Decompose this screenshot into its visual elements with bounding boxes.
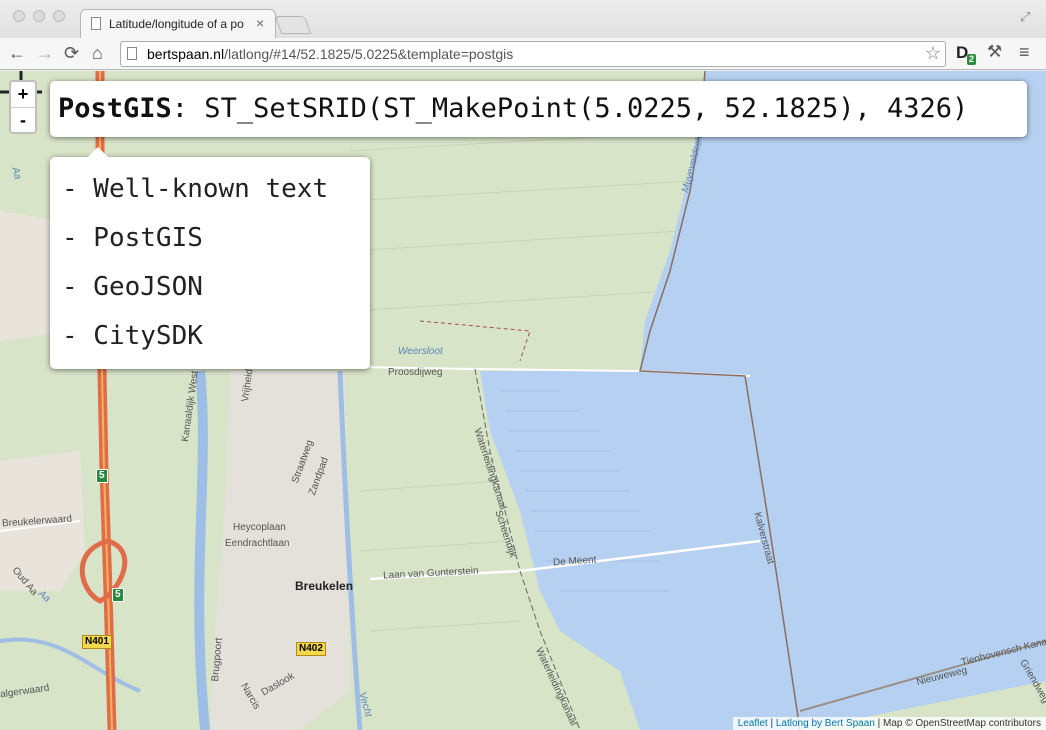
- leaflet-link[interactable]: Leaflet: [738, 718, 768, 729]
- back-icon[interactable]: ←: [8, 42, 26, 64]
- bookmark-star-icon[interactable]: ☆: [925, 43, 941, 64]
- window-titlebar: Latitude/longitude of a po × ⤢: [0, 0, 1046, 39]
- dropdown-caret: [88, 147, 108, 157]
- zoom-out-button[interactable]: -: [11, 108, 35, 133]
- home-icon[interactable]: ⌂: [92, 42, 103, 64]
- forward-icon[interactable]: →: [36, 42, 54, 64]
- minimize-window-button[interactable]: [33, 10, 45, 22]
- tab-close-icon[interactable]: ×: [256, 15, 264, 31]
- map-label: Heycoplaan: [233, 522, 286, 533]
- osm-credit: | Map © OpenStreetMap contributors: [874, 718, 1041, 729]
- page-icon: [127, 47, 137, 60]
- map-label: Proosdijweg: [388, 367, 443, 378]
- town-label: Breukelen: [295, 579, 354, 593]
- latlong-link[interactable]: Latlong by Bert Spaan: [776, 718, 875, 729]
- address-bar[interactable]: bertspaan.nl/latlong/#14/52.1825/5.0225&…: [120, 41, 946, 67]
- browser-toolbar: ← → ⟳ ⌂ bertspaan.nl/latlong/#14/52.1825…: [0, 38, 1046, 70]
- url-text[interactable]: bertspaan.nl/latlong/#14/52.1825/5.0225&…: [147, 46, 513, 62]
- coordinate-value[interactable]: : ST_SetSRID(ST_MakePoint(5.0225, 52.182…: [172, 93, 969, 124]
- zoom-window-button[interactable]: [53, 10, 65, 22]
- extension-d-icon[interactable]: D2: [956, 43, 977, 65]
- map-label: Eendrachtlaan: [225, 538, 290, 549]
- map-viewport[interactable]: Weersloot Proosdijweg Muyeveldsche Weter…: [0, 71, 1046, 730]
- zoom-control: + -: [9, 80, 37, 134]
- format-option-citysdk[interactable]: - CitySDK: [62, 312, 370, 361]
- browser-tab[interactable]: Latitude/longitude of a po ×: [80, 9, 276, 39]
- close-window-button[interactable]: [13, 10, 25, 22]
- road-shield-a2: 5: [96, 469, 108, 483]
- format-selector[interactable]: PostGIS: [58, 93, 172, 124]
- format-option-geojson[interactable]: - GeoJSON: [62, 263, 370, 312]
- format-option-postgis[interactable]: - PostGIS: [62, 214, 370, 263]
- wrench-icon[interactable]: ⚒: [987, 42, 1002, 62]
- page-icon: [91, 17, 101, 30]
- extension-badge: 2: [967, 54, 977, 65]
- zoom-in-button[interactable]: +: [11, 82, 35, 108]
- new-tab-button[interactable]: [274, 16, 312, 34]
- road-shield-a2: 5: [112, 588, 124, 602]
- tab-title: Latitude/longitude of a po: [109, 17, 244, 31]
- fullscreen-icon[interactable]: ⤢: [1020, 9, 1030, 25]
- format-option-wkt[interactable]: - Well-known text: [62, 165, 370, 214]
- map-label: Weersloot: [398, 346, 443, 357]
- coordinate-output[interactable]: PostGIS: ST_SetSRID(ST_MakePoint(5.0225,…: [50, 81, 1027, 137]
- map-attribution: Leaflet | Latlong by Bert Spaan | Map © …: [732, 717, 1046, 730]
- reload-icon[interactable]: ⟳: [64, 42, 79, 64]
- menu-icon[interactable]: ≡: [1019, 42, 1030, 63]
- format-dropdown: - Well-known text - PostGIS - GeoJSON - …: [50, 147, 370, 369]
- road-shield-n401: N401: [82, 635, 112, 649]
- road-shield-n402: N402: [296, 642, 326, 656]
